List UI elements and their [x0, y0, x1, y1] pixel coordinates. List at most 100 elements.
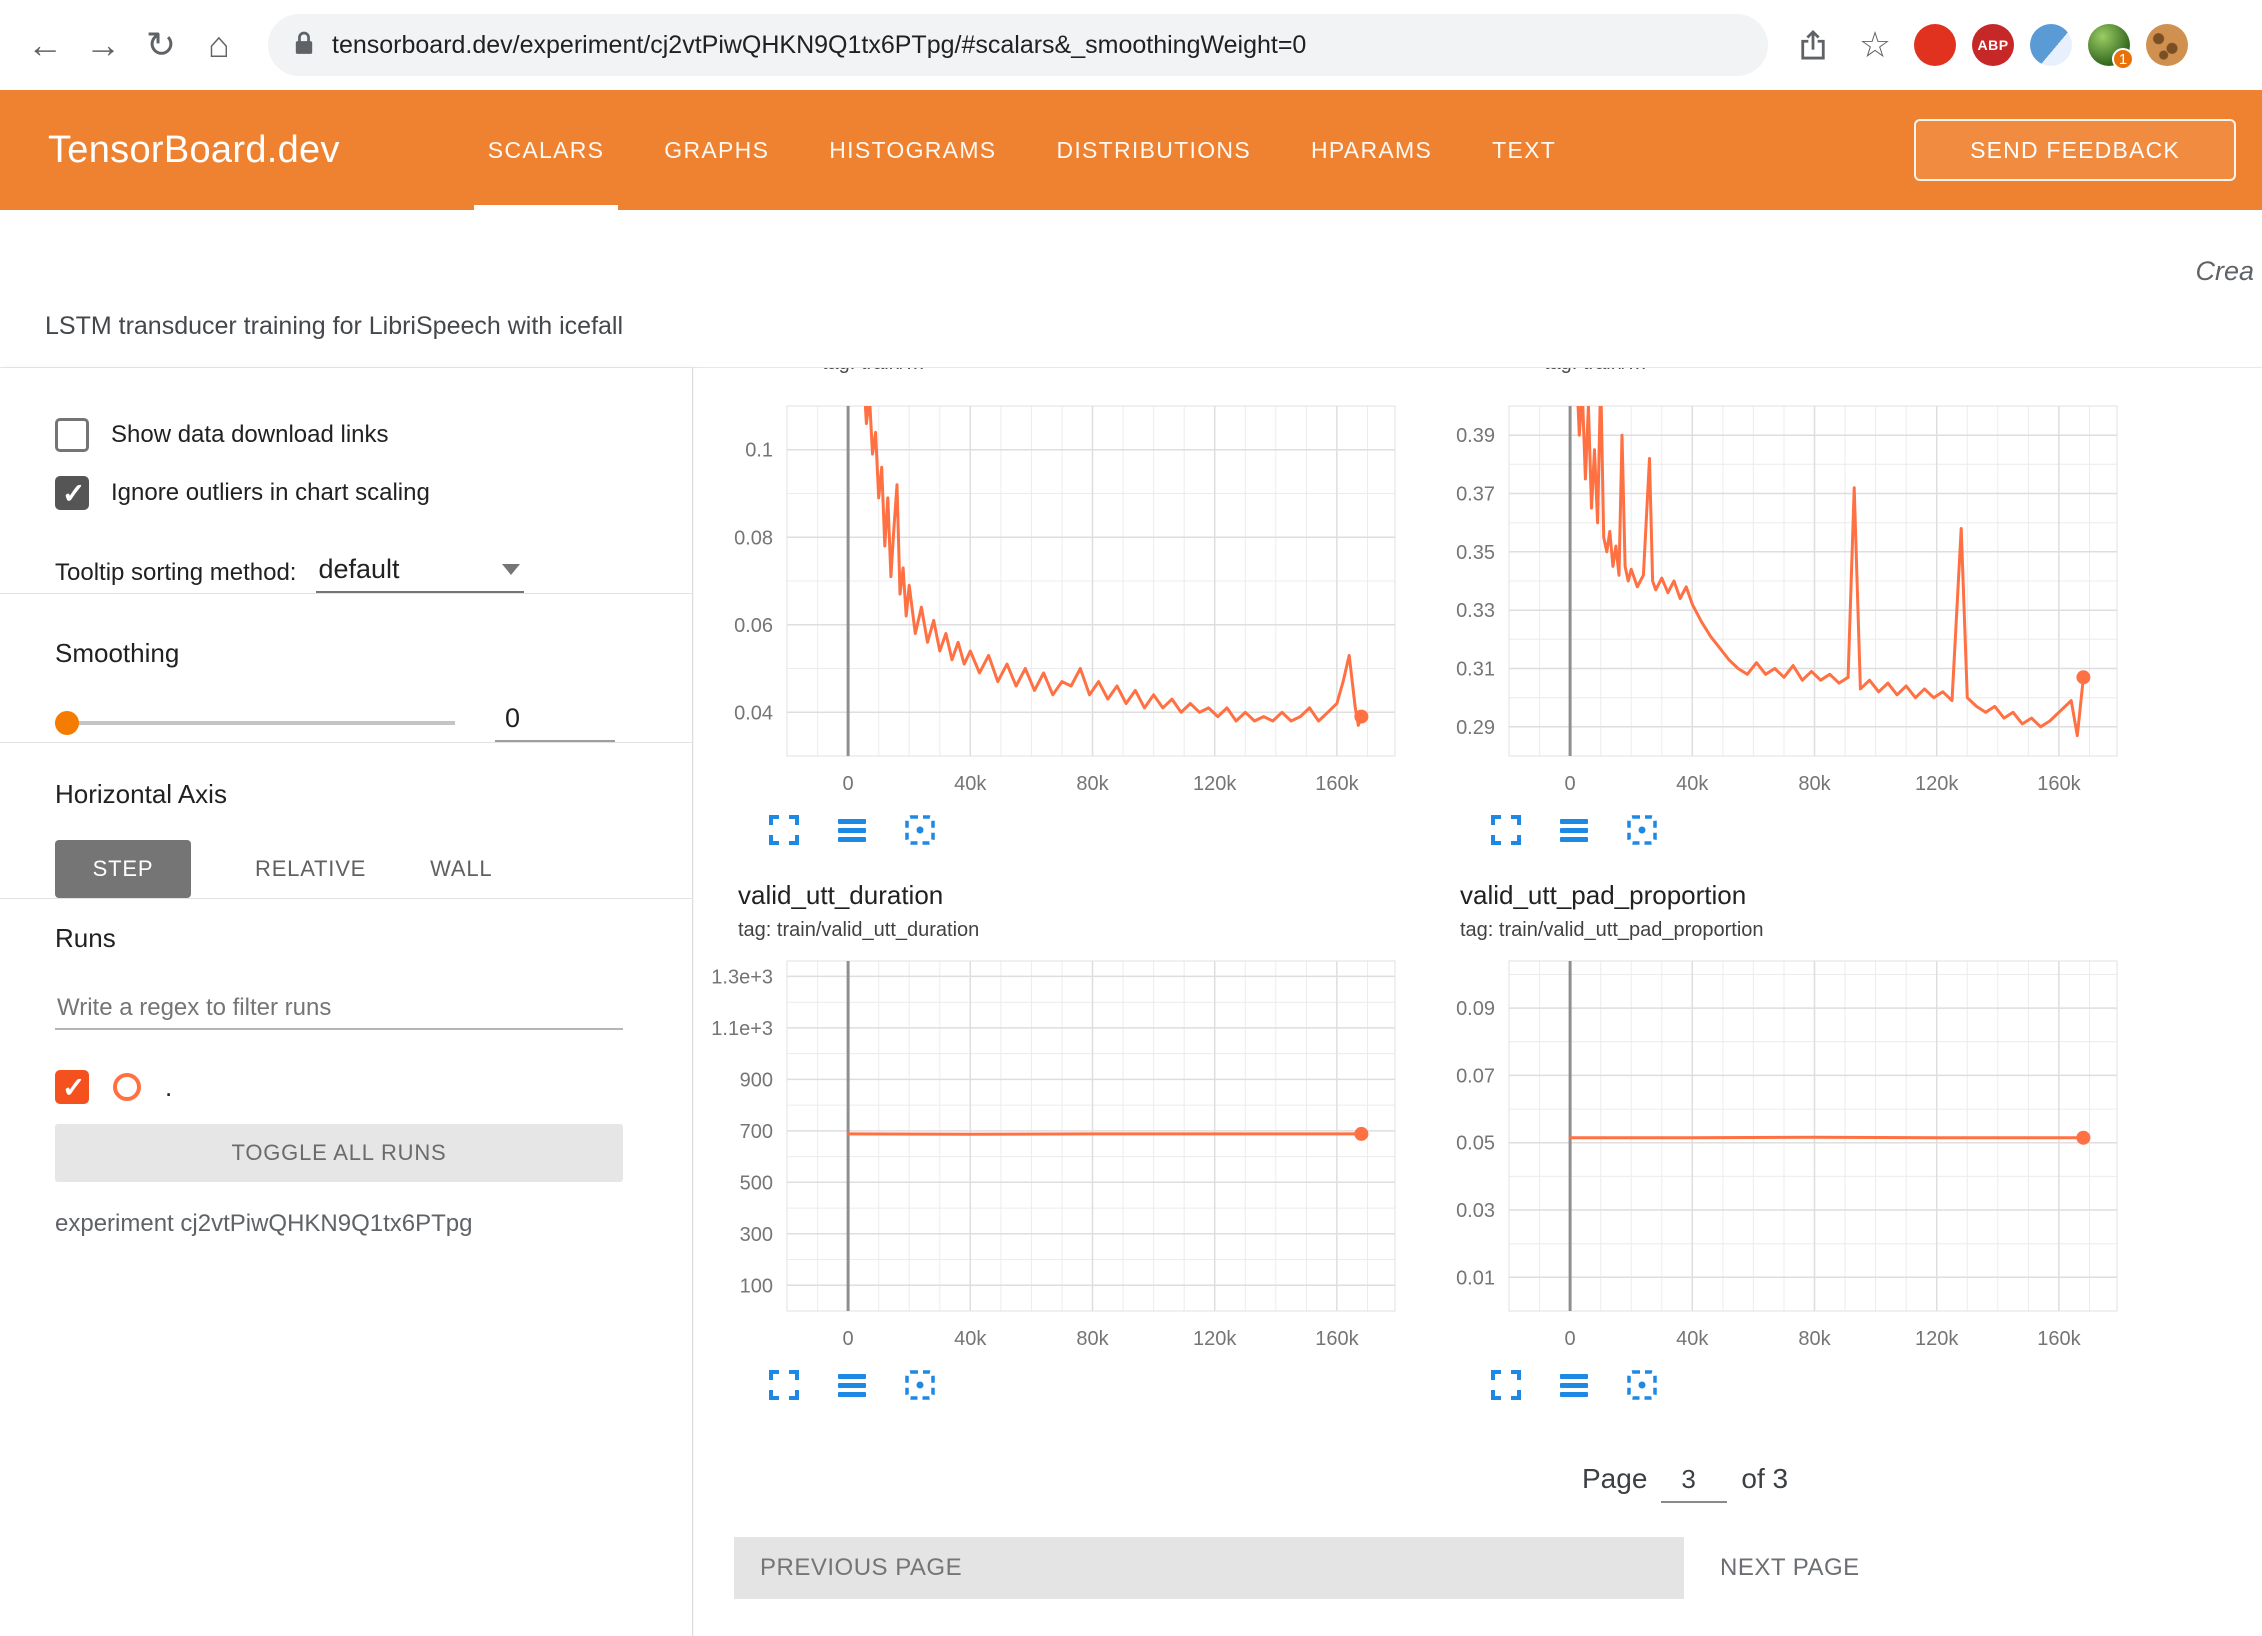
run-name: . [165, 1072, 172, 1103]
fit-domain-icon[interactable] [900, 1365, 940, 1405]
svg-text:0.03: 0.03 [1456, 1200, 1495, 1222]
smoothing-row: 0 [55, 703, 622, 742]
svg-text:120k: 120k [1193, 1328, 1237, 1350]
svg-text:160k: 160k [2037, 773, 2081, 795]
chart-tag: tag: train/valid_utt_duration [738, 919, 1402, 942]
page-label: Page [1582, 1463, 1647, 1495]
slider-thumb[interactable] [55, 711, 79, 735]
svg-text:80k: 80k [1076, 773, 1109, 795]
expand-chart-icon[interactable] [1486, 810, 1526, 850]
clipped-chart-tag: tag: train/… [822, 368, 1402, 381]
run-color-swatch[interactable] [113, 1073, 141, 1101]
tab-hparams[interactable]: HPARAMS [1281, 90, 1462, 210]
chart-tag: tag: train/valid_utt_pad_proportion [1460, 919, 2124, 942]
svg-text:160k: 160k [1315, 1328, 1359, 1350]
smoothing-value-input[interactable]: 0 [495, 703, 615, 742]
chart-actions [1486, 1365, 2124, 1405]
clipped-chart-tag: tag: train/… [1544, 368, 2124, 381]
fit-domain-icon[interactable] [1622, 1365, 1662, 1405]
svg-text:40k: 40k [954, 1328, 987, 1350]
scalar-line-chart[interactable]: 0.040.060.080.1040k80k120k160k [702, 401, 1402, 804]
horizontal-lines-icon[interactable] [832, 810, 872, 850]
axis-step-button[interactable]: STEP [55, 840, 191, 898]
runs-filter-input[interactable] [55, 988, 623, 1030]
svg-text:80k: 80k [1798, 1328, 1831, 1350]
adblock-extension-icon[interactable] [1914, 24, 1956, 66]
tooltip-sorting-select[interactable]: default [316, 554, 524, 593]
svg-text:40k: 40k [954, 773, 987, 795]
svg-text:500: 500 [740, 1172, 773, 1194]
app-header: TensorBoard.dev SCALARS GRAPHS HISTOGRAM… [0, 90, 2262, 210]
settings-sidebar: Show data download links Ignore outliers… [0, 368, 693, 1636]
toggle-all-runs-button[interactable]: TOGGLE ALL RUNS [55, 1124, 623, 1182]
svg-text:0.09: 0.09 [1456, 998, 1495, 1020]
extension-icon[interactable] [2030, 24, 2072, 66]
experiment-subheader: Crea LSTM transducer training for LibriS… [0, 210, 2262, 368]
svg-text:0.1: 0.1 [745, 440, 773, 462]
svg-text:0: 0 [1565, 1328, 1576, 1350]
axis-wall-button[interactable]: WALL [430, 856, 492, 882]
chart-actions [764, 1365, 1402, 1405]
previous-page-button[interactable]: PREVIOUS PAGE [734, 1537, 1684, 1599]
svg-text:0: 0 [843, 1328, 854, 1350]
page-buttons: PREVIOUS PAGE NEXT PAGE [702, 1537, 2262, 1599]
refresh-icon[interactable]: ↻ [132, 16, 190, 74]
profile-badge: 1 [2112, 48, 2134, 70]
charts-main: tag: train/… 0.040.060.080.1040k80k120k1… [694, 368, 2262, 1636]
svg-text:0.31: 0.31 [1456, 659, 1495, 681]
page-number-input[interactable]: 3 [1661, 1464, 1727, 1503]
smoothing-slider[interactable] [55, 710, 455, 736]
chart-card-valid-utt-duration: valid_utt_duration tag: train/valid_utt_… [702, 880, 1402, 1405]
next-page-button[interactable]: NEXT PAGE [1720, 1554, 1860, 1582]
fit-domain-icon[interactable] [1622, 810, 1662, 850]
runs-label: Runs [55, 923, 622, 954]
svg-text:80k: 80k [1076, 1328, 1109, 1350]
slider-track [55, 721, 455, 725]
svg-text:0: 0 [1565, 773, 1576, 795]
tab-scalars[interactable]: SCALARS [458, 90, 634, 210]
scalar-line-chart[interactable]: 0.010.030.050.070.09040k80k120k160k [1424, 956, 2124, 1359]
chart-row-top: tag: train/… 0.040.060.080.1040k80k120k1… [702, 368, 2262, 850]
bookmark-star-icon[interactable]: ☆ [1852, 16, 1898, 74]
ignore-outliers-checkbox[interactable] [55, 476, 89, 510]
scalar-line-chart[interactable]: 1003005007009001.1e+31.3e+3040k80k120k16… [702, 956, 1402, 1359]
divider [0, 898, 692, 899]
abp-extension-icon[interactable]: ABP [1972, 24, 2014, 66]
svg-text:0.01: 0.01 [1456, 1267, 1495, 1289]
show-download-links-row: Show data download links [55, 418, 622, 452]
tab-histograms[interactable]: HISTOGRAMS [799, 90, 1026, 210]
cookie-icon[interactable] [2146, 24, 2188, 66]
axis-relative-button[interactable]: RELATIVE [255, 856, 366, 882]
svg-text:40k: 40k [1676, 1328, 1709, 1350]
smoothing-label: Smoothing [55, 638, 622, 669]
tab-text[interactable]: TEXT [1462, 90, 1586, 210]
share-icon[interactable] [1790, 16, 1836, 74]
svg-text:1.1e+3: 1.1e+3 [711, 1018, 773, 1040]
expand-chart-icon[interactable] [1486, 1365, 1526, 1405]
horizontal-lines-icon[interactable] [1554, 810, 1594, 850]
svg-text:0: 0 [843, 773, 854, 795]
expand-chart-icon[interactable] [764, 810, 804, 850]
run-checkbox[interactable] [55, 1070, 89, 1104]
tab-graphs[interactable]: GRAPHS [634, 90, 799, 210]
tooltip-sorting-label: Tooltip sorting method: [55, 559, 296, 593]
svg-text:0.39: 0.39 [1456, 425, 1495, 447]
horizontal-lines-icon[interactable] [1554, 1365, 1594, 1405]
run-row: . [55, 1070, 622, 1104]
forward-icon[interactable]: → [74, 16, 132, 74]
tooltip-sorting-row: Tooltip sorting method: default [55, 554, 622, 593]
send-feedback-button[interactable]: SEND FEEDBACK [1914, 119, 2236, 181]
scalar-line-chart[interactable]: 0.290.310.330.350.370.39040k80k120k160k [1424, 401, 2124, 804]
svg-text:0.07: 0.07 [1456, 1065, 1495, 1087]
address-bar[interactable]: tensorboard.dev/experiment/cj2vtPiwQHKN9… [268, 14, 1768, 76]
fit-domain-icon[interactable] [900, 810, 940, 850]
expand-chart-icon[interactable] [764, 1365, 804, 1405]
tab-distributions[interactable]: DISTRIBUTIONS [1026, 90, 1281, 210]
nav-tabs: SCALARS GRAPHS HISTOGRAMS DISTRIBUTIONS … [458, 90, 1586, 210]
home-icon[interactable]: ⌂ [190, 16, 248, 74]
horizontal-lines-icon[interactable] [832, 1365, 872, 1405]
profile-avatar[interactable]: 1 [2088, 24, 2130, 66]
back-icon[interactable]: ← [16, 16, 74, 74]
show-download-links-checkbox[interactable] [55, 418, 89, 452]
svg-text:0.04: 0.04 [734, 702, 773, 724]
